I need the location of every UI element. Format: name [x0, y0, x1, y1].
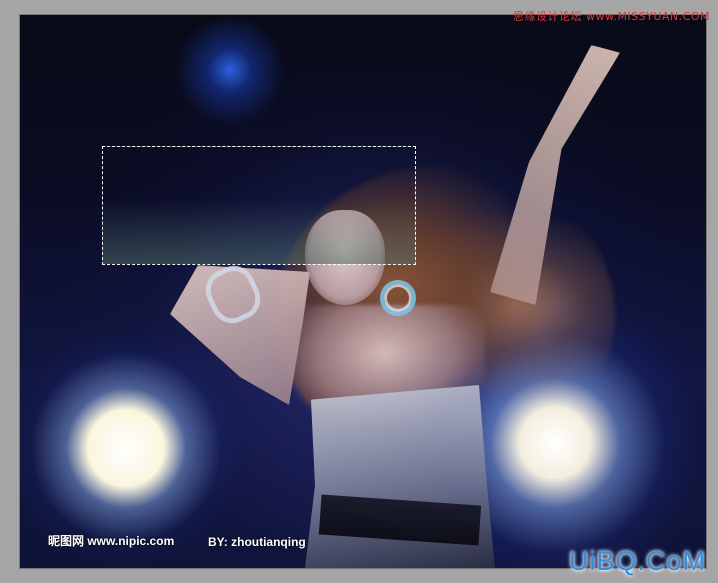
photo-earring [380, 280, 416, 316]
document-canvas[interactable]: 昵图网 www.nipic.com BY: zhoutianqing [20, 15, 706, 568]
nipic-watermark: 昵图网 www.nipic.com [48, 534, 175, 548]
marquee-selection[interactable] [102, 146, 416, 265]
author-watermark: BY: zhoutianqing [208, 535, 306, 549]
missyuan-watermark: 思缘设计论坛 www.MISSYUAN.COM [512, 10, 710, 23]
photoshop-workspace: 昵图网 www.nipic.com BY: zhoutianqing 思缘设计论… [0, 0, 718, 583]
uibq-watermark: UiBQ.CoM [568, 546, 706, 576]
